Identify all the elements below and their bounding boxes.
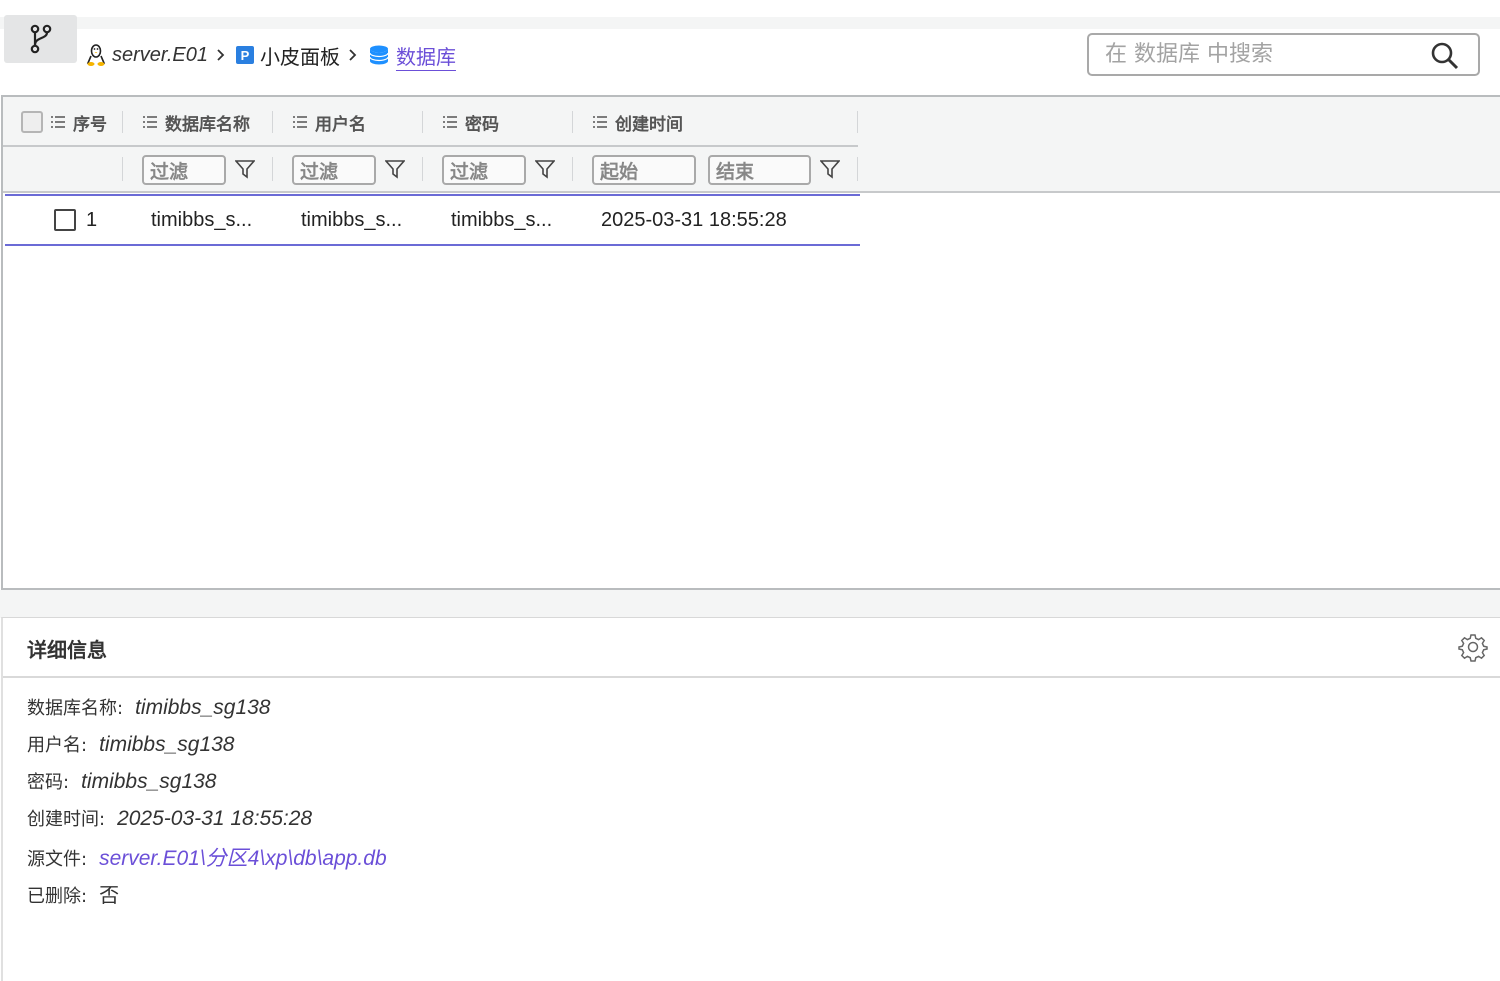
detail-source-link[interactable]: server.E01\分区4\xp\db\app.db [99, 842, 387, 872]
header-username[interactable]: 用户名 [292, 97, 366, 147]
detail-db-name-value: timibbs_sg138 [135, 696, 271, 719]
filter-username-input[interactable]: 过滤 [292, 155, 376, 185]
chevron-right-icon [216, 48, 226, 62]
header-db-name-label: 数据库名称 [165, 114, 250, 135]
breadcrumb-panel-label: 小皮面板 [259, 44, 340, 69]
detail-created: 创建时间: 2025-03-31 18:55:28 [27, 805, 312, 831]
header-row: 序号 数据库名称 用户名 密码 创建时间 [3, 97, 858, 147]
filter-db-name-input[interactable]: 过滤 [142, 155, 226, 185]
search-box [1087, 33, 1480, 76]
filter-icon[interactable] [235, 159, 255, 179]
column-divider [857, 157, 858, 181]
select-all-checkbox[interactable] [21, 111, 43, 133]
database-table: 序号 数据库名称 用户名 密码 创建时间 过滤 过滤 过滤 起始 结束 1 ti… [1, 95, 1500, 590]
column-list-icon [51, 116, 65, 128]
detail-source: 源文件: server.E01\分区4\xp\db\app.db [27, 842, 387, 872]
detail-db-name-label: 数据库名称: [27, 698, 124, 719]
database-icon [369, 45, 389, 65]
detail-password-value: timibbs_sg138 [81, 770, 217, 793]
detail-created-label: 创建时间: [27, 809, 106, 830]
panel-splitter[interactable] [0, 590, 1500, 618]
details-panel: 详细信息 数据库名称: timibbs_sg138 用户名: timibbs_s… [1, 617, 1500, 981]
breadcrumb-panel[interactable]: P 小皮面板 [235, 41, 340, 70]
column-list-icon [593, 116, 607, 128]
filter-created-end-input[interactable]: 结束 [708, 155, 811, 185]
row-index-cell: 1 [54, 196, 97, 244]
details-header: 详细信息 [3, 618, 1500, 678]
header-index-label: 序号 [73, 114, 107, 135]
row-checkbox[interactable] [54, 209, 76, 231]
column-list-icon [143, 116, 157, 128]
header-index[interactable]: 序号 [21, 97, 107, 147]
breadcrumb-server-label: server.E01 [112, 43, 208, 66]
column-divider [272, 157, 273, 181]
detail-deleted-value: 否 [99, 883, 120, 907]
detail-deleted-label: 已删除: [27, 886, 88, 907]
filter-created-start-input[interactable]: 起始 [592, 155, 696, 185]
detail-deleted: 已删除: 否 [27, 879, 119, 908]
header-password[interactable]: 密码 [442, 97, 499, 147]
filter-password-input[interactable]: 过滤 [442, 155, 526, 185]
row-username: timibbs_s... [301, 208, 403, 231]
filter-row: 过滤 过滤 过滤 起始 结束 [3, 147, 858, 191]
branch-button[interactable] [4, 15, 77, 63]
column-divider [122, 157, 123, 181]
xp-panel-icon: P [235, 46, 254, 64]
table-header: 序号 数据库名称 用户名 密码 创建时间 过滤 过滤 过滤 起始 结束 [3, 97, 1500, 193]
column-list-icon [443, 116, 457, 128]
row-index: 1 [86, 208, 98, 231]
detail-password-label: 密码: [27, 772, 70, 793]
gear-icon[interactable] [1458, 632, 1488, 662]
column-list-icon [293, 116, 307, 128]
column-divider[interactable] [272, 111, 273, 133]
search-icon[interactable] [1430, 41, 1460, 71]
breadcrumb-database-label: 数据库 [395, 44, 456, 69]
detail-username: 用户名: timibbs_sg138 [27, 731, 235, 757]
detail-username-value: timibbs_sg138 [99, 733, 235, 756]
breadcrumb-server[interactable]: server.E01 [86, 43, 208, 67]
column-divider[interactable] [422, 111, 423, 133]
details-title: 详细信息 [27, 638, 107, 662]
table-row[interactable]: 1 timibbs_s... timibbs_s... timibbs_s...… [5, 194, 860, 246]
linux-icon [86, 44, 106, 66]
top-strip [0, 0, 1500, 17]
column-divider[interactable] [572, 111, 573, 133]
detail-username-label: 用户名: [27, 735, 88, 756]
header-created-label: 创建时间 [615, 114, 683, 135]
row-created: 2025-03-31 18:55:28 [601, 208, 787, 231]
detail-password: 密码: timibbs_sg138 [27, 768, 217, 794]
column-divider[interactable] [122, 111, 123, 133]
column-divider [422, 157, 423, 181]
search-input[interactable] [1089, 42, 1419, 67]
branch-icon [30, 24, 51, 54]
detail-db-name: 数据库名称: timibbs_sg138 [27, 694, 271, 720]
filter-icon[interactable] [820, 159, 840, 179]
row-db-name: timibbs_s... [151, 208, 253, 231]
breadcrumb: server.E01 P 小皮面板 数据库 [86, 38, 456, 72]
column-divider [572, 157, 573, 181]
breadcrumb-database[interactable]: 数据库 [368, 41, 456, 70]
column-divider[interactable] [857, 111, 858, 133]
filter-icon[interactable] [385, 159, 405, 179]
header-created[interactable]: 创建时间 [592, 97, 683, 147]
detail-created-value: 2025-03-31 18:55:28 [117, 807, 313, 830]
header-password-label: 密码 [465, 114, 499, 135]
filter-icon[interactable] [535, 159, 555, 179]
row-password: timibbs_s... [451, 208, 553, 231]
header-username-label: 用户名 [315, 114, 366, 135]
header-db-name[interactable]: 数据库名称 [142, 97, 250, 147]
detail-source-label: 源文件: [27, 849, 88, 870]
chevron-right-icon [348, 48, 358, 62]
